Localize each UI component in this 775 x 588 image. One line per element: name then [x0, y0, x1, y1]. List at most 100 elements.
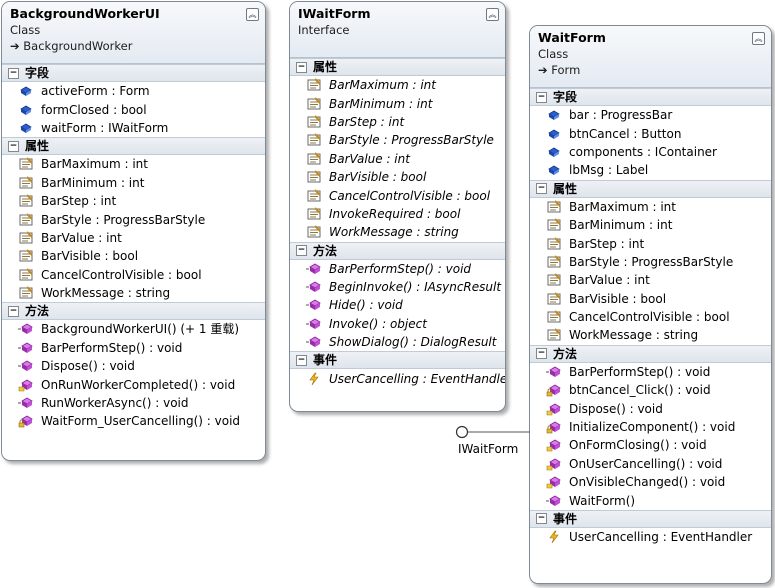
collapse-minus-icon[interactable]: − [296, 354, 307, 366]
member-row[interactable]: OnRunWorkerCompleted() : void [2, 375, 265, 393]
member-row[interactable]: lbMsg : Label [530, 161, 771, 179]
member-row[interactable]: BarStyle : ProgressBarStyle [530, 253, 771, 271]
member-row[interactable]: BarStep : int [530, 234, 771, 252]
member-row[interactable]: UserCancelling : EventHandler [290, 369, 505, 387]
section-header[interactable]: − 方法 [530, 344, 771, 363]
member-row[interactable]: btnCancel_Click() : void [530, 381, 771, 399]
member-row[interactable]: InitializeComponent() : void [530, 418, 771, 436]
member-row[interactable]: UserCancelling : EventHandler [530, 528, 771, 546]
member-row[interactable]: BarMinimum : int [2, 174, 265, 192]
collapse-minus-icon[interactable]: − [296, 61, 307, 73]
property-icon [546, 200, 562, 214]
property-icon [18, 249, 34, 263]
property-icon [546, 310, 562, 324]
member-row[interactable]: BarValue : int [2, 229, 265, 247]
member-row[interactable]: BarValue : int [530, 271, 771, 289]
member-row[interactable]: BarMinimum : int [530, 216, 771, 234]
collapse-minus-icon[interactable]: − [8, 67, 19, 79]
class-box-backgroundworkerui[interactable]: BackgroundWorkerUI Class ➔ BackgroundWor… [1, 1, 266, 461]
collapse-class-button[interactable]: ︽ [486, 8, 499, 21]
member-row[interactable]: waitForm : IWaitForm [2, 119, 265, 137]
member-row[interactable]: BarMaximum : int [2, 155, 265, 173]
member-row[interactable]: BarVisible : bool [2, 247, 265, 265]
member-text: InvokeRequired : bool [329, 206, 461, 221]
member-row[interactable]: Dispose() : void [530, 399, 771, 417]
section-header[interactable]: − 属性 [530, 179, 771, 198]
member-row[interactable]: BarStyle : ProgressBarStyle [2, 210, 265, 228]
member-row[interactable]: BarStep : int [2, 192, 265, 210]
member-row[interactable]: btnCancel : Button [530, 124, 771, 142]
member-text: btnCancel_Click() : void [569, 383, 711, 398]
member-row[interactable]: bar : ProgressBar [530, 106, 771, 124]
member-text: UserCancelling : EventHandler [329, 371, 506, 386]
section-header[interactable]: − 方法 [2, 302, 265, 321]
member-row[interactable]: activeForm : Form [2, 82, 265, 100]
member-row[interactable]: WorkMessage : string [290, 223, 505, 241]
member-text: UserCancelling : EventHandler [569, 530, 753, 544]
collapse-minus-icon[interactable]: − [8, 140, 19, 152]
section-title: 方法 [553, 346, 578, 361]
member-row[interactable]: BarVisible : bool [290, 168, 505, 186]
member-row[interactable]: BarMaximum : int [530, 198, 771, 216]
collapse-class-button[interactable]: ︽ [246, 8, 259, 21]
section-header[interactable]: − 字段 [2, 64, 265, 82]
member-row[interactable]: CancelControlVisible : bool [290, 186, 505, 204]
member-row[interactable]: WorkMessage : string [2, 284, 265, 302]
member-row[interactable]: BarValue : int [290, 150, 505, 168]
property-icon [306, 207, 322, 221]
collapse-minus-icon[interactable]: − [536, 183, 547, 195]
member-row[interactable]: CancelControlVisible : bool [530, 308, 771, 326]
member-text: BarValue : int [569, 273, 650, 288]
member-row[interactable]: RunWorkerAsync() : void [2, 394, 265, 412]
member-row[interactable]: components : IContainer [530, 143, 771, 161]
member-row[interactable]: ShowDialog() : DialogResult [290, 333, 505, 351]
collapse-minus-icon[interactable]: − [296, 245, 307, 257]
member-row[interactable]: BarStyle : ProgressBarStyle [290, 131, 505, 149]
section-header[interactable]: − 方法 [290, 241, 505, 260]
section-header[interactable]: − 事件 [290, 351, 505, 370]
member-text: BarMinimum : int [41, 175, 145, 190]
member-row[interactable]: Hide() : void [290, 296, 505, 314]
member-row[interactable]: WaitForm_UserCancelling() : void [2, 412, 265, 430]
member-row[interactable]: BarPerformStep() : void [290, 260, 505, 278]
class-sections: − 属性 BarMaximum : int BarMinimum : int BarSt… [290, 58, 505, 388]
member-row[interactable]: WorkMessage : string [530, 326, 771, 344]
member-row[interactable]: BackgroundWorkerUI() (+ 1 重载) [2, 320, 265, 338]
member-row[interactable]: BarStep : int [290, 113, 505, 131]
member-row[interactable]: Invoke() : object [290, 315, 505, 333]
section-header[interactable]: − 属性 [2, 137, 265, 156]
collapse-class-button[interactable]: ︽ [752, 32, 765, 45]
class-box-waitform[interactable]: WaitForm Class ➔ Form ︽ − 字段 bar : Progres… [529, 25, 772, 584]
member-row[interactable]: BarMaximum : int [290, 76, 505, 94]
member-row[interactable]: OnFormClosing() : void [530, 436, 771, 454]
member-row[interactable]: Dispose() : void [2, 357, 265, 375]
member-row[interactable]: InvokeRequired : bool [290, 205, 505, 223]
class-box-iwaitform[interactable]: IWaitForm Interface ︽ − 属性 BarMaximum : in… [289, 1, 506, 412]
member-row[interactable]: OnUserCancelling() : void [530, 455, 771, 473]
member-row[interactable]: BeginInvoke() : IAsyncResult [290, 278, 505, 296]
member-row[interactable]: BarVisible : bool [530, 290, 771, 308]
member-row[interactable]: OnVisibleChanged() : void [530, 473, 771, 491]
collapse-minus-icon[interactable]: − [536, 348, 547, 360]
method-icon [306, 298, 322, 312]
section-header[interactable]: − 属性 [290, 58, 505, 76]
collapse-minus-icon[interactable]: − [536, 91, 547, 103]
member-text: WaitForm_UserCancelling() : void [41, 414, 241, 429]
field-icon [546, 163, 562, 177]
member-row[interactable]: BarMinimum : int [290, 94, 505, 112]
member-text: BarStep : int [569, 236, 645, 251]
member-row[interactable]: CancelControlVisible : bool [2, 266, 265, 284]
section-header[interactable]: − 字段 [530, 88, 771, 106]
member-row[interactable]: BarPerformStep() : void [2, 339, 265, 357]
member-row[interactable]: formClosed : bool [2, 100, 265, 118]
collapse-minus-icon[interactable]: − [8, 305, 19, 317]
collapse-minus-icon[interactable]: − [536, 513, 547, 525]
private-method-icon [546, 383, 562, 397]
member-row[interactable]: WaitForm() [530, 491, 771, 509]
section-header[interactable]: − 事件 [530, 509, 771, 528]
section-title: 方法 [25, 304, 50, 319]
member-row[interactable]: BarPerformStep() : void [530, 363, 771, 381]
member-text: CancelControlVisible : bool [41, 267, 202, 282]
member-text: BarStyle : ProgressBarStyle [329, 133, 494, 148]
method-icon [18, 341, 34, 355]
